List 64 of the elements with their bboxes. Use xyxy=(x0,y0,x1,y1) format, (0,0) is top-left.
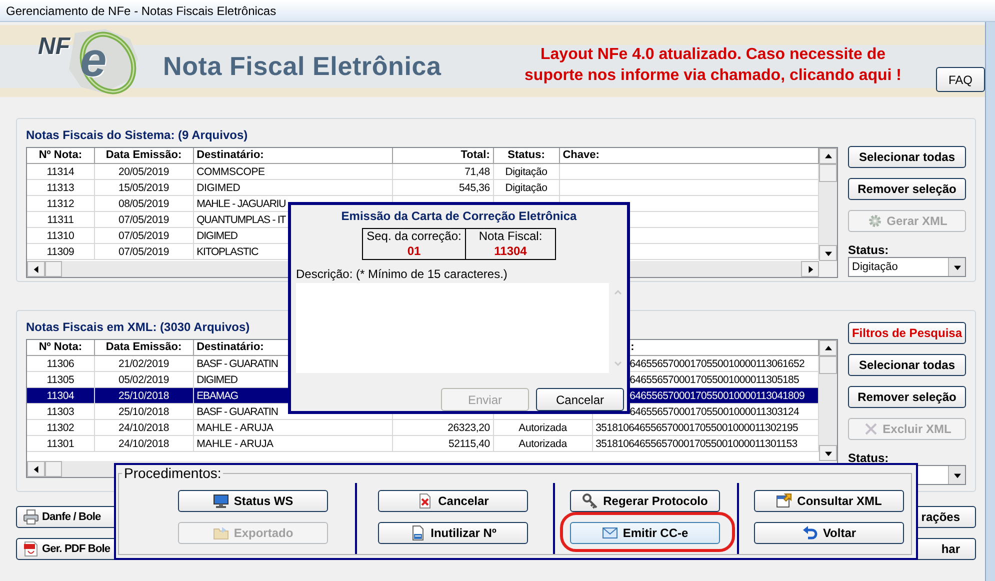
field-value: 01 xyxy=(407,244,421,259)
table-cell: DIGIMED xyxy=(196,228,238,242)
table-cell: 11306 xyxy=(46,356,74,370)
status-label: Status: xyxy=(848,242,890,257)
table-cell: 26323,20 xyxy=(448,420,490,434)
window-title: Gerenciamento de NFe - Notas Fiscais Eletrônicas xyxy=(6,2,276,20)
table-cell: 6465565700017055001000011303124 xyxy=(630,404,800,418)
table-cell: Digitação xyxy=(505,164,548,178)
table-cell: BASF - GUARATIN xyxy=(196,404,278,418)
table-cell: 24/10/2018 xyxy=(118,420,169,434)
table-cell: 11309 xyxy=(46,244,74,258)
dialog-title: Emissão da Carta de Correção Eletrônica xyxy=(341,209,577,224)
status-label: Status: xyxy=(848,450,890,465)
table-cell: 05/02/2019 xyxy=(118,372,169,386)
section-title: Notas Fiscais do Sistema: (9 Arquivos) xyxy=(26,128,249,143)
table-cell: 64655657000170550010000113061652 xyxy=(630,356,805,370)
field-label: Nota Fiscal: xyxy=(478,229,542,244)
table-cell: 11301 xyxy=(46,436,74,450)
table-cell: 24/10/2018 xyxy=(118,436,169,450)
table-cell: COMMSCOPE xyxy=(196,164,265,178)
table-cell: Digitação xyxy=(505,180,548,194)
table-cell: MAHLE - JAGUARIU xyxy=(196,196,286,210)
table-cell: 25/10/2018 xyxy=(118,404,169,418)
description-label: Descrição: (* Mínimo de 15 caracteres.) xyxy=(296,267,508,282)
table-cell: DIGIMED xyxy=(196,180,240,194)
table-cell: 08/05/2019 xyxy=(118,196,169,210)
table-cell: 64655657000170550010000113041809 xyxy=(630,388,805,402)
table-cell: 07/05/2019 xyxy=(118,244,169,258)
table-cell: KITOPLASTIC xyxy=(196,244,258,258)
table-cell: 25/10/2018 xyxy=(118,388,169,402)
logo-text: NF xyxy=(38,35,70,59)
section-title: Notas Fiscais em XML: (3030 Arquivos) xyxy=(26,320,251,335)
table-cell: 15/05/2019 xyxy=(118,180,169,194)
table-cell: 545,36 xyxy=(458,180,490,194)
dropdown-value: Digitação xyxy=(852,260,898,275)
table-cell: 11311 xyxy=(47,212,74,226)
table-cell: 11313 xyxy=(46,180,74,194)
table-cell: 11305 xyxy=(46,372,74,386)
table-cell: 11304 xyxy=(46,388,74,402)
table-cell: 11303 xyxy=(46,404,74,418)
banner-title: Nota Fiscal Eletrônica xyxy=(163,50,442,82)
table-cell: BASF - GUARATIN xyxy=(196,356,278,370)
table-cell: 07/05/2019 xyxy=(118,228,169,242)
table-cell: 11312 xyxy=(46,196,74,210)
table-cell: QUANTUMPLAS - IT xyxy=(196,212,286,226)
field-value: 11304 xyxy=(494,244,527,259)
table-cell: 20/05/2019 xyxy=(118,164,169,178)
table-cell: 71,48 xyxy=(464,164,490,178)
table-cell: MAHLE - ARUJA xyxy=(196,420,274,434)
table-cell: 3518106465565700017055001000011301153 xyxy=(596,436,798,450)
table-cell: EBAMAG xyxy=(196,388,238,402)
field-label: Seq. da correção: xyxy=(366,229,462,244)
table-cell: DIGIMED xyxy=(196,372,238,386)
table-cell: MAHLE - ARUJA xyxy=(196,436,274,450)
table-cell: 11314 xyxy=(46,164,74,178)
table-cell: 11302 xyxy=(46,420,74,434)
table-cell: Autorizada xyxy=(518,420,567,434)
table-cell: 52115,40 xyxy=(448,436,490,450)
table-cell: 07/05/2019 xyxy=(118,212,169,226)
table-cell: 6465565700017055001000011305185 xyxy=(630,372,800,386)
table-cell: 3518106465565700017055001000011302195 xyxy=(596,420,798,434)
table-cell: 11310 xyxy=(46,228,74,242)
table-cell: 21/02/2019 xyxy=(118,356,169,370)
table-cell: Autorizada xyxy=(518,436,567,450)
